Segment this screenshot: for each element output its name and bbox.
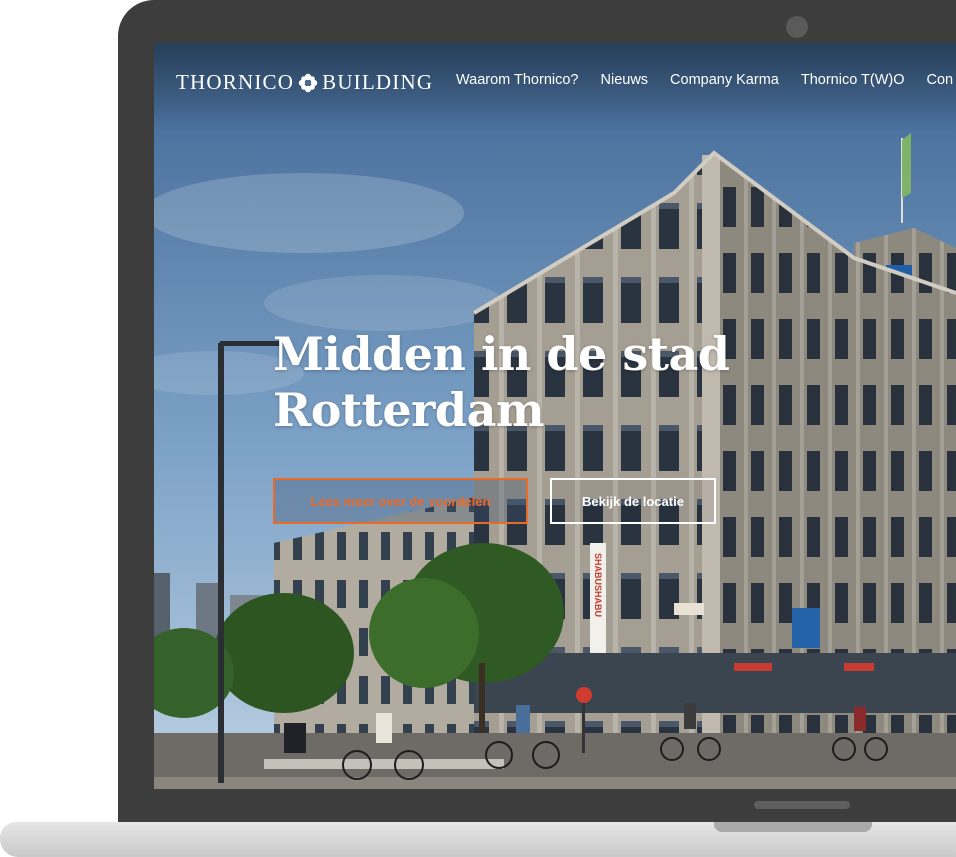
brand-logo[interactable]: THORNICO BUILDING	[176, 70, 433, 95]
nav-item-company-karma[interactable]: Company Karma	[670, 72, 779, 88]
brand-name-left: THORNICO	[176, 70, 295, 94]
webcam	[786, 16, 808, 38]
laptop-base-notch	[714, 822, 872, 832]
brand-name-right: BUILDING	[322, 70, 434, 94]
hero-title: Midden in de stad Rotterdam	[273, 326, 730, 438]
flower-emblem-icon	[298, 73, 318, 92]
laptop-bezel-bar	[754, 801, 850, 809]
nav-item-nieuws[interactable]: Nieuws	[601, 72, 649, 88]
view-location-button[interactable]: Bekijk de locatie	[550, 478, 716, 524]
nav-item-thornico-two[interactable]: Thornico T(W)O	[801, 72, 905, 88]
laptop-screen: P SHABUSHABU	[154, 43, 956, 789]
read-more-benefits-button[interactable]: Lees meer over de voordelen	[273, 478, 528, 524]
nav-item-waarom-thornico[interactable]: Waarom Thornico?	[456, 72, 579, 88]
nav-item-contact[interactable]: Con	[927, 72, 954, 88]
main-nav: Waarom Thornico? Nieuws Company Karma Th…	[456, 72, 953, 88]
hero-title-line-1: Midden in de stad	[273, 327, 730, 381]
hero-title-line-2: Rotterdam	[273, 383, 545, 437]
shop-sign-vertical: SHABUSHABU	[593, 553, 603, 617]
